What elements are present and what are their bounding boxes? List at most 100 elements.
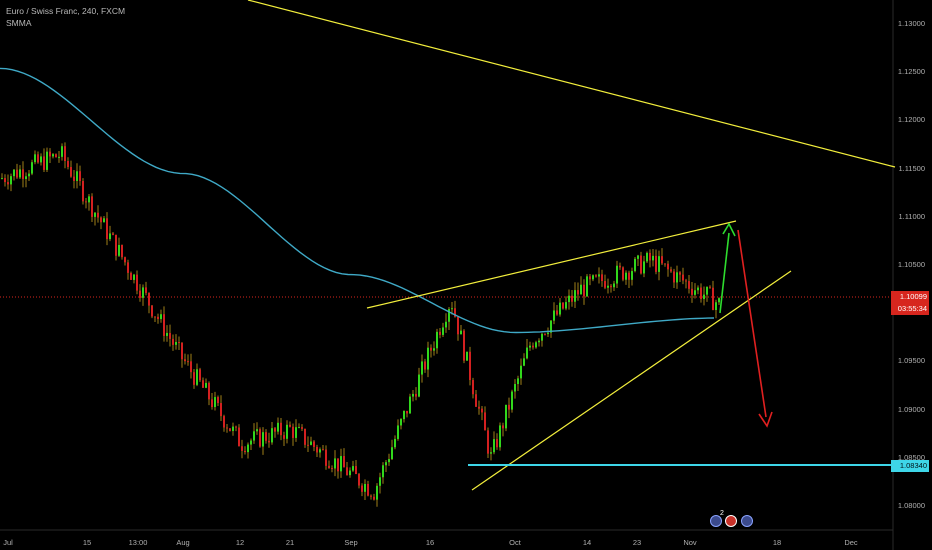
candle-body [262,432,264,447]
candle-body [661,256,663,264]
candle-body [631,271,633,280]
candle-body [139,290,141,298]
lower-wedge-line[interactable] [471,270,792,491]
candle-body [88,196,90,203]
candle-body [337,458,339,472]
candle-body [346,467,348,476]
candle-body [634,258,636,272]
candle-body [541,333,543,341]
candle-body [520,365,522,379]
candle-body [460,330,462,335]
candle-body [478,406,480,409]
candle-body [172,338,174,345]
time-tick-label: Aug [176,538,190,547]
candle-body [637,255,639,259]
candle-body [487,430,489,454]
candle-body [547,332,549,335]
time-tick-label: 18 [772,538,782,547]
candle-body [361,485,363,492]
candle-body [184,359,186,362]
candle-body [652,255,654,261]
candle-body [442,327,444,335]
candle-body [655,255,657,272]
up-arrow[interactable] [719,222,736,314]
candle-body [313,441,315,447]
candle-body [436,331,438,349]
candle-body [523,358,525,366]
candle-body [220,403,222,417]
candle-body [4,178,6,183]
candle-body [664,263,666,265]
indicator-label[interactable]: SMMA [6,17,125,29]
candle-body [580,284,582,295]
candle-body [559,302,561,315]
candle-body [610,285,612,288]
candle-body [385,462,387,466]
candle-body [319,449,321,453]
long-term-downtrend-line[interactable] [247,0,896,168]
dividend-event-icon[interactable] [741,515,753,527]
price-tick-label: 1.12000 [897,115,925,125]
candle-body [67,161,69,168]
candle-body [640,255,642,274]
candle-body [511,391,513,410]
time-tick-label: 16 [425,538,435,547]
symbol-title[interactable]: Euro / Swiss Franc, 240, FXCM [6,5,125,17]
candle-body [244,450,246,453]
candle-body [214,397,216,408]
candle-body [367,483,369,496]
candle-body [307,444,309,446]
support-price-tag: 1.08340 [891,460,929,472]
candle-body [178,342,180,344]
candle-body [166,332,168,336]
candle-body [31,162,33,174]
price-tick-label: 1.11500 [898,163,925,173]
candle-body [61,146,63,157]
candle-body [49,151,51,157]
candle-body [685,280,687,282]
candle-body [667,263,669,270]
candle-body [529,345,531,348]
candle-body [646,252,648,262]
upper-wedge-line[interactable] [366,220,737,309]
candle-body [283,435,285,439]
candle-body [253,431,255,441]
candle-body [376,485,378,500]
candle-body [394,438,396,448]
candle-body [115,234,117,256]
candle-body [472,380,474,395]
candle-body [142,287,144,298]
candle-body [13,169,15,177]
candle-body [592,275,594,280]
candle-body [148,292,150,306]
candle-body [112,233,114,235]
candle-body [601,274,603,282]
candle-body [25,176,27,179]
candle-body [403,410,405,420]
candle-body [1,178,3,180]
candle-body [532,345,534,348]
candle-body [358,474,360,486]
candles [1,142,720,507]
candle-body [256,429,258,432]
flag-event-icon[interactable] [725,515,737,527]
candle-body [469,351,471,381]
candle-body [205,382,207,388]
candle-body [499,425,501,448]
candle-body [181,342,183,360]
down-arrow[interactable] [737,229,773,428]
candle-body [127,262,129,273]
time-tick-label: Nov [683,538,697,547]
candle-body [412,393,414,397]
candle-body [352,466,354,471]
event-count-badge: 2 [720,510,724,517]
price-tick-label: 1.09000 [897,404,925,414]
candle-body [583,284,585,297]
price-chart[interactable] [0,0,932,550]
candle-body [334,458,336,469]
candle-body [649,252,651,261]
time-tick-label: Sep [344,538,358,547]
candle-body [55,154,57,158]
candle-body [379,477,381,486]
candle-body [106,218,108,240]
